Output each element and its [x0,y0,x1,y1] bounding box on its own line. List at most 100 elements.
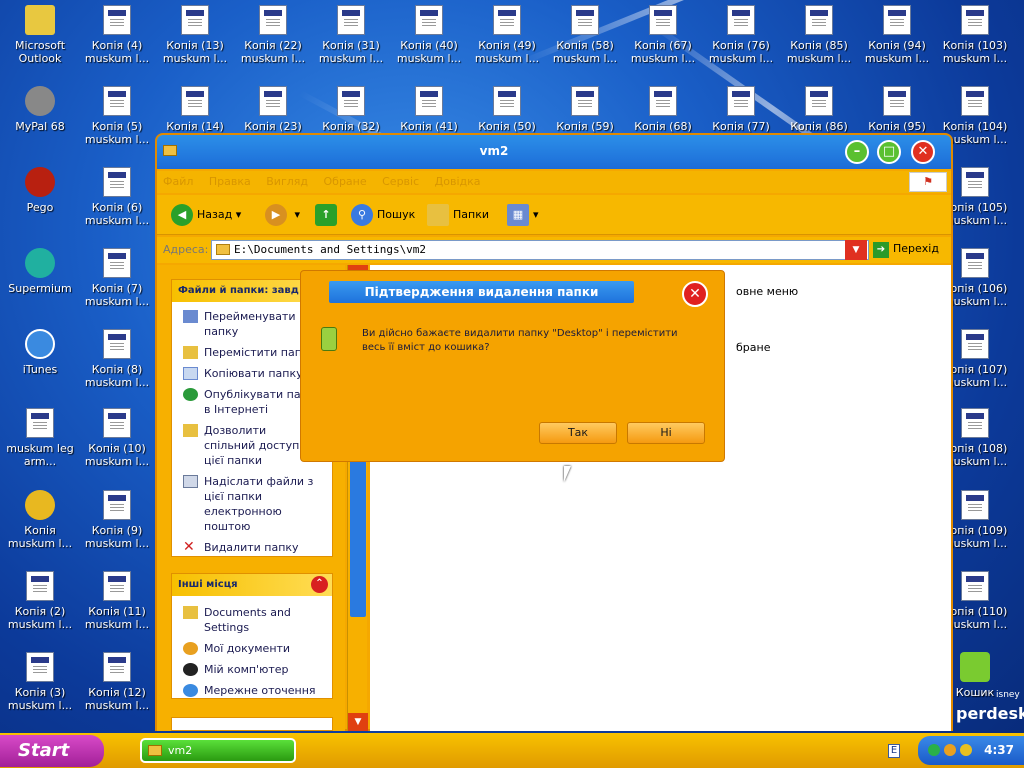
other-places-header[interactable]: Інші місця ⌃ [172,574,332,596]
desktop-icon-kopiia-12[interactable]: Копія (12) muskum l... [78,652,156,712]
desktop-icon-kopiia-13[interactable]: Копія (13) muskum l... [156,5,234,65]
desktop-icon-kopiia-58[interactable]: Копія (58) muskum l... [546,5,624,65]
desktop-icon-kopiia-10[interactable]: Копія (10) muskum l... [78,408,156,468]
recycle-bin-icon [321,327,337,351]
document-icon [961,571,989,601]
document-icon [181,86,209,116]
file-item-label[interactable]: бране [736,341,770,354]
desktop-icon-kopiia-31[interactable]: Копія (31) muskum l... [312,5,390,65]
desktop-icon-kopiia-7[interactable]: Копія (7) muskum l... [78,248,156,308]
yes-button[interactable]: Так [539,422,617,444]
desktop-icon-kopiia-95[interactable]: Копія (95) [858,86,936,133]
menu-view[interactable]: Вигляд [266,175,308,188]
document-icon [415,5,443,35]
security-tray-icon[interactable] [960,744,972,756]
search-button[interactable]: ⚲ Пошук [351,203,415,227]
address-label: Адреса: [163,243,209,256]
task-email-files[interactable]: Надіслати файли з цієї папки електронною… [172,471,332,537]
document-icon [103,5,131,35]
task-delete-folder[interactable]: ✕ Видалити папку [172,537,332,558]
document-icon [26,571,54,601]
desktop-icon-kopiia-22[interactable]: Копія (22) muskum l... [234,5,312,65]
place-documents-and-settings[interactable]: Documents and Settings [172,602,332,638]
desktop-icon-kopiia-103[interactable]: Копія (103) muskum l... [936,5,1014,65]
search-tray-icon[interactable] [944,744,956,756]
document-icon [727,86,755,116]
go-button[interactable]: ➔ Перехід [873,242,939,258]
forward-button[interactable]: ▶ ▾ [265,203,300,227]
menu-bar: Файл Правка Вигляд Обране Сервіс Довідка… [157,171,951,193]
desktop-icon-outlook[interactable]: Microsoft Outlook [1,5,79,65]
desktop-icon-kopiia-11[interactable]: Копія (11) muskum l... [78,571,156,631]
place-my-documents[interactable]: Мої документи [172,638,332,659]
move-icon [183,346,198,359]
menu-tools[interactable]: Сервіс [382,175,419,188]
document-icon [571,5,599,35]
globe-icon [183,388,198,401]
desktop-icon-supermium[interactable]: Supermium [1,248,79,295]
document-icon [259,86,287,116]
desktop-icon-mypal[interactable]: MyPal 68 [1,86,79,133]
folders-button[interactable]: Папки [427,203,489,227]
address-field[interactable]: E:\Documents and Settings\vm2 [211,240,869,260]
desktop-icon-pego[interactable]: Pego [1,167,79,214]
desktop-icon-kopiia-41[interactable]: Копія (41) [390,86,468,133]
start-button[interactable]: Start [0,735,104,767]
desktop-icon-kopiia-3[interactable]: Копія (3) muskum l... [1,652,79,712]
desktop-icon-kopiia-6[interactable]: Копія (6) muskum l... [78,167,156,227]
dialog-title[interactable]: Підтвердження видалення папки [329,281,634,303]
minimize-button[interactable]: – [845,140,869,164]
desktop-icon-kopiia-50[interactable]: Копія (50) [468,86,546,133]
file-item-label[interactable]: овне меню [736,285,798,298]
desktop-icon-kopiia-2[interactable]: Копія (2) muskum l... [1,571,79,631]
desktop-icon-kopiia-40[interactable]: Копія (40) muskum l... [390,5,468,65]
network-tray-icon[interactable] [928,744,940,756]
taskbar-task-vm2[interactable]: vm2 [140,738,296,763]
close-button[interactable]: ✕ [911,140,935,164]
scroll-down-button[interactable]: ▼ [348,713,368,731]
desktop-icon-kopiia-8[interactable]: Копія (8) muskum l... [78,329,156,389]
desktop-icon-kopiia-68[interactable]: Копія (68) [624,86,702,133]
views-button[interactable]: ▦ ▾ [507,203,539,227]
desktop-icon-kopiia-86[interactable]: Копія (86) [780,86,858,133]
desktop-icon-kopiia[interactable]: Копія muskum l... [1,490,79,550]
up-folder-button[interactable]: ↑ [315,203,341,227]
dialog-close-button[interactable]: ✕ [682,281,708,307]
desktop-icon-kopiia-9[interactable]: Копія (9) muskum l... [78,490,156,550]
place-my-computer[interactable]: Мій комп'ютер [172,659,332,680]
document-icon [961,5,989,35]
document-icon [727,5,755,35]
collapse-chevron-icon[interactable]: ⌃ [311,576,328,593]
desktop-icon-kopiia-59[interactable]: Копія (59) [546,86,624,133]
clock[interactable]: 4:37 [984,743,1014,757]
network-icon [183,684,198,697]
desktop-icon-kopiia-14[interactable]: Копія (14) [156,86,234,133]
desktop-icon-kopiia-4[interactable]: Копія (4) muskum l... [78,5,156,65]
menu-edit[interactable]: Правка [209,175,251,188]
back-button[interactable]: ◀ Назад ▾ [171,203,241,227]
desktop-icon-kopiia-32[interactable]: Копія (32) [312,86,390,133]
language-indicator[interactable]: E [888,744,900,758]
document-icon [883,86,911,116]
no-button[interactable]: Ні [627,422,705,444]
menu-help[interactable]: Довідка [435,175,481,188]
desktop-icon-kopiia-94[interactable]: Копія (94) muskum l... [858,5,936,65]
desktop-icon-kopiia-77[interactable]: Копія (77) [702,86,780,133]
maximize-button[interactable]: □ [877,140,901,164]
raccoon-icon [25,86,55,116]
desktop-icon-kopiia-5[interactable]: Копія (5) muskum l... [78,86,156,146]
desktop-icon-kopiia-67[interactable]: Копія (67) muskum l... [624,5,702,65]
place-network[interactable]: Мережне оточення [172,680,332,701]
desktop-icon-kopiia-85[interactable]: Копія (85) muskum l... [780,5,858,65]
desktop-icon-muskum-leg[interactable]: muskum leg arm... [1,408,79,468]
desktop-icon-itunes[interactable]: iTunes [1,329,79,376]
address-dropdown-button[interactable]: ▼ [845,240,867,260]
menu-file[interactable]: Файл [163,175,193,188]
desktop-icon-kopiia-76[interactable]: Копія (76) muskum l... [702,5,780,65]
document-icon [649,5,677,35]
menu-favorites[interactable]: Обране [324,175,367,188]
desktop-icon-kopiia-49[interactable]: Копія (49) muskum l... [468,5,546,65]
title-bar[interactable]: vm2 – □ ✕ [157,135,951,169]
folders-icon [427,204,449,226]
desktop-icon-kopiia-23[interactable]: Копія (23) [234,86,312,133]
